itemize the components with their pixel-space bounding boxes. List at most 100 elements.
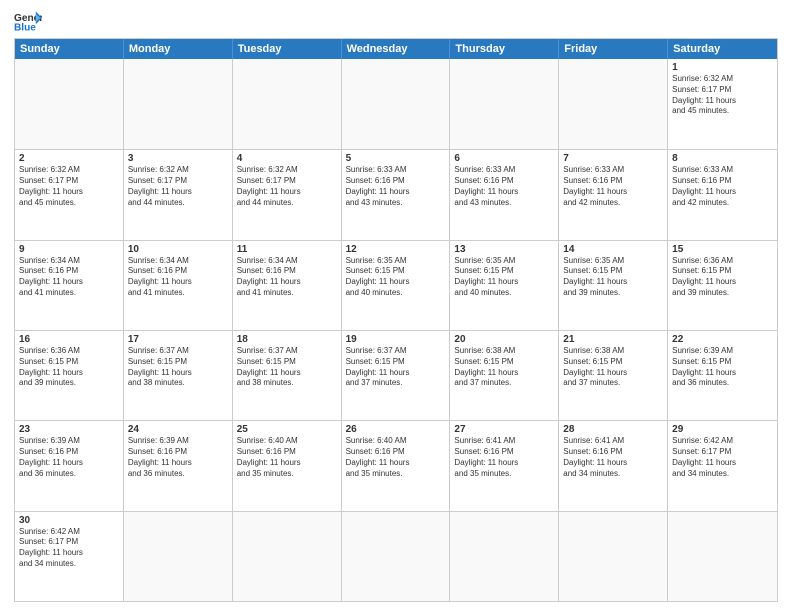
day-number: 24 — [128, 424, 228, 435]
day-number: 17 — [128, 334, 228, 345]
calendar-cell — [559, 512, 668, 601]
calendar-cell: 4Sunrise: 6:32 AM Sunset: 6:17 PM Daylig… — [233, 150, 342, 239]
calendar-cell: 23Sunrise: 6:39 AM Sunset: 6:16 PM Dayli… — [15, 421, 124, 510]
calendar-cell: 6Sunrise: 6:33 AM Sunset: 6:16 PM Daylig… — [450, 150, 559, 239]
cell-text: Sunrise: 6:41 AM Sunset: 6:16 PM Dayligh… — [563, 436, 663, 479]
calendar-row-1: 2Sunrise: 6:32 AM Sunset: 6:17 PM Daylig… — [15, 149, 777, 239]
calendar-cell: 14Sunrise: 6:35 AM Sunset: 6:15 PM Dayli… — [559, 241, 668, 330]
cell-text: Sunrise: 6:35 AM Sunset: 6:15 PM Dayligh… — [454, 256, 554, 299]
day-number: 1 — [672, 62, 773, 73]
day-number: 6 — [454, 153, 554, 164]
calendar-cell: 7Sunrise: 6:33 AM Sunset: 6:16 PM Daylig… — [559, 150, 668, 239]
day-number: 5 — [346, 153, 446, 164]
calendar-cell — [342, 512, 451, 601]
cell-text: Sunrise: 6:38 AM Sunset: 6:15 PM Dayligh… — [563, 346, 663, 389]
weekday-header-wednesday: Wednesday — [342, 39, 451, 59]
cell-text: Sunrise: 6:35 AM Sunset: 6:15 PM Dayligh… — [346, 256, 446, 299]
weekday-header-monday: Monday — [124, 39, 233, 59]
weekday-header-sunday: Sunday — [15, 39, 124, 59]
cell-text: Sunrise: 6:37 AM Sunset: 6:15 PM Dayligh… — [237, 346, 337, 389]
calendar-cell: 28Sunrise: 6:41 AM Sunset: 6:16 PM Dayli… — [559, 421, 668, 510]
calendar-cell: 1Sunrise: 6:32 AM Sunset: 6:17 PM Daylig… — [668, 59, 777, 149]
calendar-cell: 12Sunrise: 6:35 AM Sunset: 6:15 PM Dayli… — [342, 241, 451, 330]
day-number: 12 — [346, 244, 446, 255]
day-number: 10 — [128, 244, 228, 255]
weekday-header-saturday: Saturday — [668, 39, 777, 59]
calendar-cell: 26Sunrise: 6:40 AM Sunset: 6:16 PM Dayli… — [342, 421, 451, 510]
calendar-header: SundayMondayTuesdayWednesdayThursdayFrid… — [15, 39, 777, 59]
generalblue-logo-icon: General Blue — [14, 10, 42, 32]
cell-text: Sunrise: 6:38 AM Sunset: 6:15 PM Dayligh… — [454, 346, 554, 389]
day-number: 15 — [672, 244, 773, 255]
calendar-cell — [450, 512, 559, 601]
day-number: 18 — [237, 334, 337, 345]
day-number: 26 — [346, 424, 446, 435]
cell-text: Sunrise: 6:36 AM Sunset: 6:15 PM Dayligh… — [19, 346, 119, 389]
cell-text: Sunrise: 6:37 AM Sunset: 6:15 PM Dayligh… — [346, 346, 446, 389]
calendar-cell: 25Sunrise: 6:40 AM Sunset: 6:16 PM Dayli… — [233, 421, 342, 510]
calendar: SundayMondayTuesdayWednesdayThursdayFrid… — [14, 38, 778, 602]
day-number: 16 — [19, 334, 119, 345]
calendar-row-4: 23Sunrise: 6:39 AM Sunset: 6:16 PM Dayli… — [15, 420, 777, 510]
cell-text: Sunrise: 6:32 AM Sunset: 6:17 PM Dayligh… — [237, 165, 337, 208]
calendar-cell: 30Sunrise: 6:42 AM Sunset: 6:17 PM Dayli… — [15, 512, 124, 601]
cell-text: Sunrise: 6:33 AM Sunset: 6:16 PM Dayligh… — [672, 165, 773, 208]
day-number: 7 — [563, 153, 663, 164]
day-number: 8 — [672, 153, 773, 164]
cell-text: Sunrise: 6:40 AM Sunset: 6:16 PM Dayligh… — [237, 436, 337, 479]
calendar-cell: 13Sunrise: 6:35 AM Sunset: 6:15 PM Dayli… — [450, 241, 559, 330]
day-number: 20 — [454, 334, 554, 345]
calendar-cell: 21Sunrise: 6:38 AM Sunset: 6:15 PM Dayli… — [559, 331, 668, 420]
day-number: 23 — [19, 424, 119, 435]
calendar-body: 1 Sunrise: 6:32 AM Sunset: 6:17 PM Daylig… — [15, 59, 777, 601]
cell-text: Sunrise: 6:36 AM Sunset: 6:15 PM Dayligh… — [672, 256, 773, 299]
header: General Blue — [14, 10, 778, 32]
calendar-cell: 8Sunrise: 6:33 AM Sunset: 6:16 PM Daylig… — [668, 150, 777, 239]
calendar-cell: 19Sunrise: 6:37 AM Sunset: 6:15 PM Dayli… — [342, 331, 451, 420]
cell-text: Sunrise: 6:39 AM Sunset: 6:16 PM Dayligh… — [128, 436, 228, 479]
day-number: 21 — [563, 334, 663, 345]
weekday-header-thursday: Thursday — [450, 39, 559, 59]
cell-text: Sunrise: 6:42 AM Sunset: 6:17 PM Dayligh… — [19, 527, 119, 570]
calendar-cell: 15Sunrise: 6:36 AM Sunset: 6:15 PM Dayli… — [668, 241, 777, 330]
cell-text: Sunrise: 6:39 AM Sunset: 6:15 PM Dayligh… — [672, 346, 773, 389]
calendar-row-5: 30Sunrise: 6:42 AM Sunset: 6:17 PM Dayli… — [15, 511, 777, 601]
calendar-cell: 5Sunrise: 6:33 AM Sunset: 6:16 PM Daylig… — [342, 150, 451, 239]
cell-text: Sunrise: 6:42 AM Sunset: 6:17 PM Dayligh… — [672, 436, 773, 479]
cell-text: Sunrise: 6:33 AM Sunset: 6:16 PM Dayligh… — [563, 165, 663, 208]
day-number: 3 — [128, 153, 228, 164]
cell-text: Sunrise: 6:33 AM Sunset: 6:16 PM Dayligh… — [346, 165, 446, 208]
calendar-cell — [450, 59, 559, 149]
calendar-cell: 11Sunrise: 6:34 AM Sunset: 6:16 PM Dayli… — [233, 241, 342, 330]
calendar-cell: 3Sunrise: 6:32 AM Sunset: 6:17 PM Daylig… — [124, 150, 233, 239]
cell-text: Sunrise: 6:34 AM Sunset: 6:16 PM Dayligh… — [237, 256, 337, 299]
calendar-cell: 24Sunrise: 6:39 AM Sunset: 6:16 PM Dayli… — [124, 421, 233, 510]
cell-text: Sunrise: 6:39 AM Sunset: 6:16 PM Dayligh… — [19, 436, 119, 479]
weekday-header-friday: Friday — [559, 39, 668, 59]
day-number: 11 — [237, 244, 337, 255]
cell-text: Sunrise: 6:32 AM Sunset: 6:17 PM Dayligh… — [128, 165, 228, 208]
calendar-cell: 9Sunrise: 6:34 AM Sunset: 6:16 PM Daylig… — [15, 241, 124, 330]
calendar-cell: 27Sunrise: 6:41 AM Sunset: 6:16 PM Dayli… — [450, 421, 559, 510]
calendar-cell: 29Sunrise: 6:42 AM Sunset: 6:17 PM Dayli… — [668, 421, 777, 510]
cell-text: Sunrise: 6:37 AM Sunset: 6:15 PM Dayligh… — [128, 346, 228, 389]
cell-text: Sunrise: 6:32 AM Sunset: 6:17 PM Dayligh… — [19, 165, 119, 208]
cell-text: Sunrise: 6:41 AM Sunset: 6:16 PM Dayligh… — [454, 436, 554, 479]
page: General Blue SundayMondayTuesdayWednesda… — [0, 0, 792, 612]
calendar-cell: 17Sunrise: 6:37 AM Sunset: 6:15 PM Dayli… — [124, 331, 233, 420]
calendar-cell: 20Sunrise: 6:38 AM Sunset: 6:15 PM Dayli… — [450, 331, 559, 420]
day-number: 28 — [563, 424, 663, 435]
day-number: 30 — [19, 515, 119, 526]
calendar-cell: 18Sunrise: 6:37 AM Sunset: 6:15 PM Dayli… — [233, 331, 342, 420]
weekday-header-tuesday: Tuesday — [233, 39, 342, 59]
calendar-row-0: 1Sunrise: 6:32 AM Sunset: 6:17 PM Daylig… — [15, 59, 777, 149]
calendar-cell — [233, 512, 342, 601]
day-number: 2 — [19, 153, 119, 164]
calendar-cell: 2Sunrise: 6:32 AM Sunset: 6:17 PM Daylig… — [15, 150, 124, 239]
calendar-cell: 22Sunrise: 6:39 AM Sunset: 6:15 PM Dayli… — [668, 331, 777, 420]
calendar-row-3: 16Sunrise: 6:36 AM Sunset: 6:15 PM Dayli… — [15, 330, 777, 420]
day-number: 25 — [237, 424, 337, 435]
cell-text: Sunrise: 6:33 AM Sunset: 6:16 PM Dayligh… — [454, 165, 554, 208]
day-number: 19 — [346, 334, 446, 345]
day-number: 22 — [672, 334, 773, 345]
